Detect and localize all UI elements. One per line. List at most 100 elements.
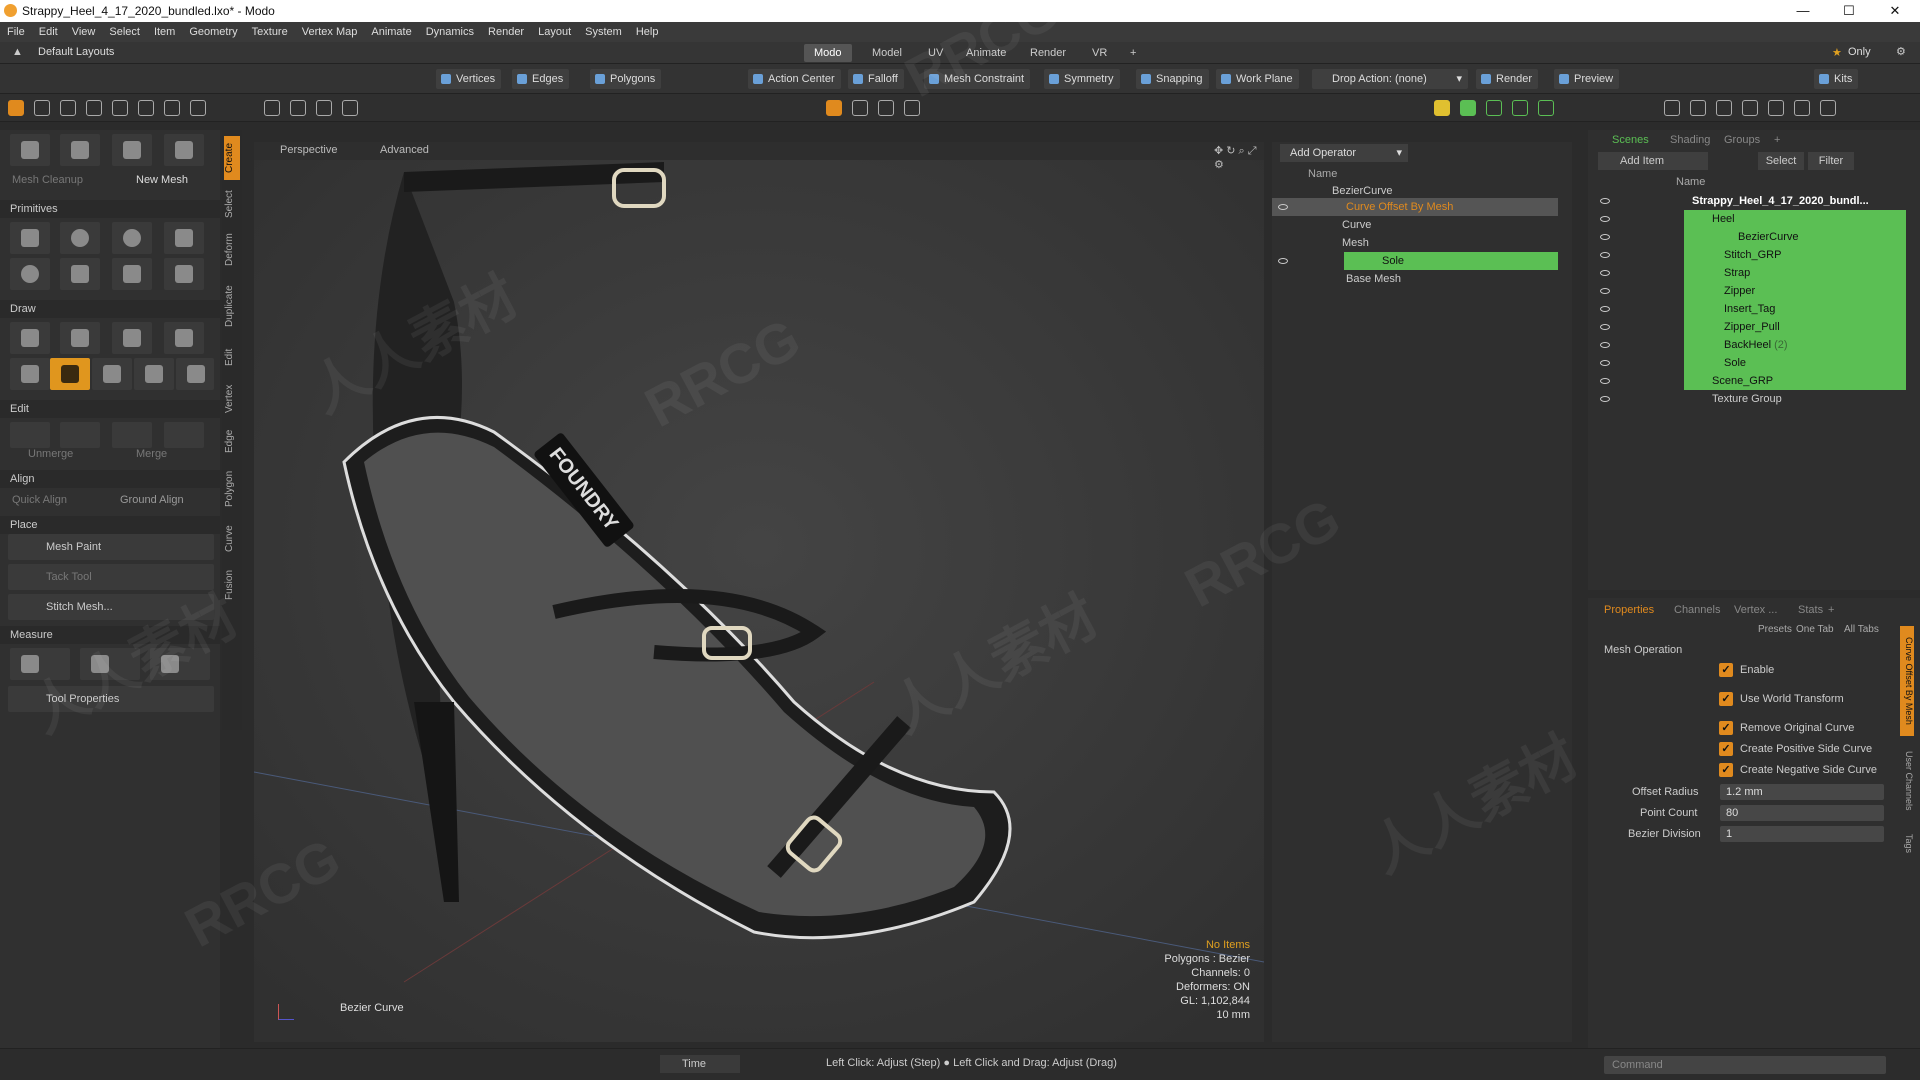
scene-zipper-pull[interactable]: Zipper_Pull <box>1684 318 1906 336</box>
scene-root[interactable]: Strappy_Heel_4_17_2020_bundl... <box>1692 192 1869 210</box>
measure-cube-icon[interactable] <box>150 648 210 680</box>
op-base-mesh[interactable]: Base Mesh <box>1346 270 1401 288</box>
element-move-icon[interactable] <box>138 100 154 116</box>
tab-shading[interactable]: Shading <box>1670 134 1710 146</box>
scene-sole[interactable]: Sole <box>1684 354 1906 372</box>
draw-sketch-icon[interactable] <box>164 322 204 354</box>
shader-icon[interactable] <box>1794 100 1810 116</box>
scissors-icon[interactable] <box>10 422 50 448</box>
globe-icon[interactable] <box>1820 100 1836 116</box>
menu-edit[interactable]: Edit <box>32 22 65 42</box>
layers-icon[interactable] <box>1434 100 1450 116</box>
menu-geometry[interactable]: Geometry <box>182 22 244 42</box>
eye-icon[interactable] <box>1600 342 1610 348</box>
vtab-create[interactable]: Create <box>224 136 240 180</box>
tool-axis-icon[interactable] <box>60 134 100 166</box>
tab-modo[interactable]: Modo <box>804 44 852 62</box>
eye-icon[interactable] <box>1600 360 1610 366</box>
filter-button[interactable]: Filter <box>1808 152 1854 170</box>
view-solid-icon[interactable] <box>826 100 842 116</box>
view-shade-icon[interactable] <box>904 100 920 116</box>
rotate-icon[interactable] <box>60 100 76 116</box>
scene-zipper[interactable]: Zipper <box>1684 282 1906 300</box>
camera-icon[interactable] <box>1538 100 1554 116</box>
eye-icon[interactable] <box>1600 396 1610 402</box>
selection-cube-icon[interactable] <box>264 100 280 116</box>
menu-render[interactable]: Render <box>481 22 531 42</box>
snap-icon[interactable] <box>164 100 180 116</box>
tab-vr[interactable]: VR <box>1082 44 1117 62</box>
pin-icon[interactable] <box>112 422 152 448</box>
vtab-edge[interactable]: Edge <box>224 424 240 458</box>
arc-icon[interactable] <box>92 358 132 390</box>
polygons-button[interactable]: Polygons <box>590 69 662 89</box>
section-edit[interactable]: Edit <box>0 400 220 418</box>
tool-sphere-icon[interactable] <box>112 134 152 166</box>
eye-icon[interactable] <box>1600 234 1610 240</box>
eye-icon[interactable] <box>1600 378 1610 384</box>
stitch-mesh-button[interactable]: Stitch Mesh... <box>8 594 214 620</box>
only-toggle[interactable]: Only <box>1848 46 1871 58</box>
view-style-dropdown[interactable]: Advanced <box>380 144 429 156</box>
scene-backheel[interactable]: BackHeel (2) <box>1684 336 1906 354</box>
eye-icon[interactable] <box>1600 270 1610 276</box>
light-icon[interactable] <box>1690 100 1706 116</box>
capsule-tall-icon[interactable] <box>112 258 152 290</box>
text-icon[interactable] <box>164 258 204 290</box>
side-tab-user-channels[interactable]: User Channels <box>1900 742 1914 820</box>
menu-animate[interactable]: Animate <box>364 22 418 42</box>
eye-icon[interactable] <box>1600 324 1610 330</box>
material-icon[interactable] <box>1716 100 1732 116</box>
positive-curve-checkbox[interactable]: ✓ <box>1719 742 1733 756</box>
gear-icon[interactable]: ⚙ <box>1896 45 1906 58</box>
scene-texture-group[interactable]: Texture Group <box>1712 390 1782 408</box>
add-operator-button[interactable]: Add Operator ▾ <box>1280 144 1408 162</box>
view-texture-icon[interactable] <box>878 100 894 116</box>
offset-radius-input[interactable]: 1.2 mm <box>1720 784 1884 800</box>
eye-icon[interactable] <box>1600 198 1610 204</box>
select-button[interactable]: Select <box>1758 152 1804 170</box>
home-icon[interactable]: ▲ <box>12 46 23 58</box>
point-count-input[interactable]: 80 <box>1720 805 1884 821</box>
tab-uv[interactable]: UV <box>918 44 953 62</box>
transform-icon[interactable] <box>112 100 128 116</box>
tab-channels[interactable]: Channels <box>1674 604 1720 616</box>
scene-heel[interactable]: Heel <box>1684 210 1906 228</box>
merge-button[interactable]: Merge <box>136 448 167 460</box>
tab-render[interactable]: Render <box>1020 44 1076 62</box>
menu-layout[interactable]: Layout <box>531 22 578 42</box>
add-item-button[interactable]: Add Item <box>1598 152 1708 170</box>
render-button[interactable]: Render <box>1476 69 1539 89</box>
close-button[interactable]: ✕ <box>1872 0 1918 22</box>
section-primitives[interactable]: Primitives <box>0 200 220 218</box>
draw-polygon-icon[interactable] <box>60 322 100 354</box>
mesh-icon[interactable] <box>1486 100 1502 116</box>
menu-vertex-map[interactable]: Vertex Map <box>295 22 365 42</box>
viewport-nav-icon[interactable]: ✥ ↻ ⌕ ⤢ ⚙ <box>1214 144 1264 171</box>
eye-icon[interactable] <box>1600 216 1610 222</box>
eye-icon[interactable] <box>1600 306 1610 312</box>
bezier-curve-icon[interactable] <box>50 358 90 390</box>
scale-icon[interactable] <box>86 100 102 116</box>
paint-icon[interactable] <box>164 422 204 448</box>
command-input[interactable]: Command <box>1604 1056 1886 1074</box>
minimize-button[interactable]: — <box>1780 0 1826 22</box>
draw-pen-icon[interactable] <box>10 322 50 354</box>
3d-viewport[interactable]: FOUNDRY Bezier Curve No Items Polygons :… <box>254 142 1264 1042</box>
one-tab-select[interactable]: One Tab <box>1796 624 1834 635</box>
maximize-button[interactable]: ☐ <box>1826 0 1872 22</box>
tab-stats[interactable]: Stats <box>1798 604 1823 616</box>
ground-align-button[interactable]: Ground Align <box>120 494 184 506</box>
environment-icon[interactable] <box>1742 100 1758 116</box>
falloff-button[interactable]: Falloff <box>848 69 904 89</box>
op-curve-offset-by-mesh[interactable]: Curve Offset By Mesh <box>1272 198 1558 216</box>
tab-animate[interactable]: Animate <box>956 44 1016 62</box>
eye-icon[interactable] <box>1600 288 1610 294</box>
side-tab-tags[interactable]: Tags <box>1900 826 1914 862</box>
vertices-button[interactable]: Vertices <box>436 69 502 89</box>
unmerge-button[interactable]: Unmerge <box>28 448 73 460</box>
tab-model[interactable]: Model <box>862 44 912 62</box>
tab-add[interactable]: + <box>1120 44 1146 62</box>
snapping-button[interactable]: Snapping <box>1136 69 1209 89</box>
tab-vertex[interactable]: Vertex ... <box>1734 604 1777 616</box>
